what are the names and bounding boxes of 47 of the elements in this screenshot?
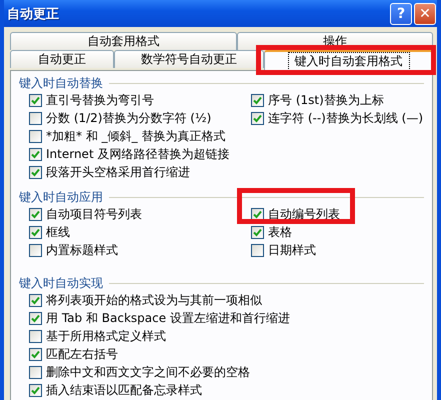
checkbox-label: 连字符 (--)替换为长划线 (—) [268, 110, 424, 126]
checkbox[interactable] [251, 112, 264, 124]
checkbox-label: 日期样式 [268, 242, 316, 258]
checkbox[interactable] [29, 130, 42, 142]
checkbox[interactable] [251, 208, 264, 220]
checkbox[interactable] [29, 94, 42, 106]
checkbox-label: 框线 [46, 224, 70, 240]
checkbox[interactable] [29, 384, 42, 396]
checkbox[interactable] [29, 148, 42, 160]
group-title: 键入时自动替换 [19, 74, 103, 92]
checkbox[interactable] [29, 330, 42, 342]
checkbox-label: 表格 [268, 224, 292, 240]
checkbox[interactable] [29, 244, 42, 256]
checkbox-label: 插入结束语以匹配备忘录样式 [46, 382, 202, 398]
checkbox-label: 用 Tab 和 Backspace 设置左缩进和首行缩进 [46, 310, 290, 326]
checkbox-label: 将列表项开始的格式设为与其前一项相似 [46, 292, 262, 308]
checkbox[interactable] [29, 226, 42, 238]
checkbox[interactable] [251, 244, 264, 256]
checkbox-label: 序号 (1st)替换为上标 [268, 92, 384, 108]
checkbox-label: 自动编号列表 [268, 206, 340, 222]
window-title: 自动更正 [7, 6, 59, 22]
tab[interactable]: 数学符号自动更正 [114, 50, 264, 68]
checkbox[interactable] [29, 312, 42, 324]
checkbox-label: 基于所用格式定义样式 [46, 328, 166, 344]
checkbox-label: 段落开头空格采用首行缩进 [46, 164, 190, 180]
checkbox[interactable] [29, 294, 42, 306]
checkbox-label: 内置标题样式 [46, 242, 118, 258]
tab[interactable]: 自动套用格式 [10, 32, 237, 50]
checkbox-label: 分数 (1/2)替换为分数字符 (½) [46, 110, 212, 126]
checkbox-label: *加粗* 和 _倾斜_ 替换为真正格式 [46, 128, 226, 144]
checkbox[interactable] [29, 166, 42, 178]
checkbox[interactable] [29, 112, 42, 124]
tab[interactable]: 自动更正 [10, 50, 114, 68]
checkbox[interactable] [251, 226, 264, 238]
group-title: 键入时自动应用 [19, 188, 103, 206]
checkbox[interactable] [29, 366, 42, 378]
checkbox-label: 直引号替换为弯引号 [46, 92, 154, 108]
tab[interactable]: 键入时自动套用格式 [264, 50, 433, 70]
checkbox[interactable] [29, 208, 42, 220]
checkbox-label: 自动项目符号列表 [46, 206, 142, 222]
help-button[interactable]: ? [390, 2, 412, 24]
checkbox[interactable] [29, 348, 42, 360]
checkbox-label: Internet 及网络路径替换为超链接 [46, 146, 230, 162]
checkbox-label: 删除中文和西文文字之间不必要的空格 [46, 364, 250, 380]
checkbox[interactable] [251, 94, 264, 106]
checkbox-label: 匹配左右括号 [46, 346, 118, 362]
group-title: 键入时自动实现 [19, 274, 103, 292]
